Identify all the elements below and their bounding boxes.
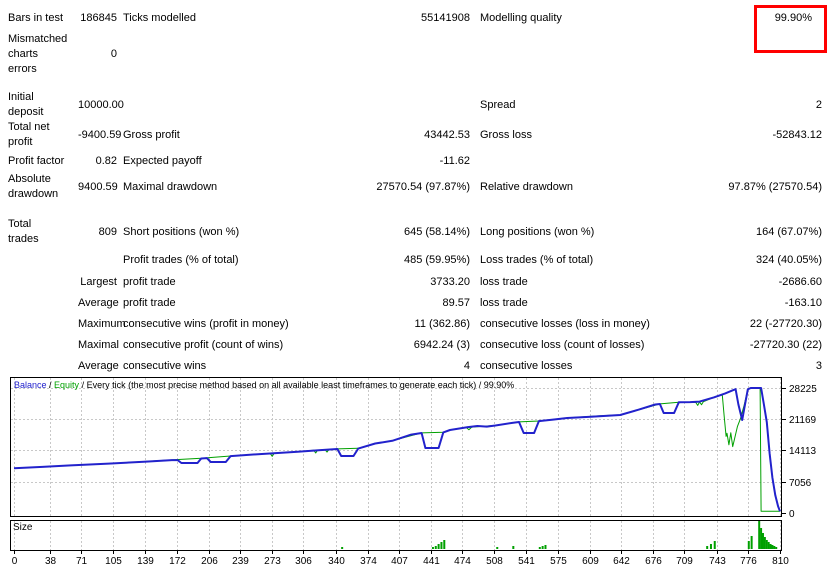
size-bar xyxy=(710,544,712,549)
x-axis-label: 441 xyxy=(423,556,440,567)
y-axis-label: 0 xyxy=(789,509,795,520)
x-axis-label: 508 xyxy=(486,556,503,567)
x-axis-label: 340 xyxy=(328,556,345,567)
chart-legend: Balance / Equity / Every tick (the most … xyxy=(14,380,514,390)
size-bar xyxy=(768,542,770,549)
x-axis-label: 0 xyxy=(12,556,18,567)
size-bar xyxy=(706,546,708,549)
x-axis-label: 541 xyxy=(518,556,535,567)
size-bar xyxy=(544,545,546,549)
size-bar xyxy=(764,537,766,549)
size-bar xyxy=(440,542,442,549)
x-axis-label: 206 xyxy=(201,556,218,567)
main-plot-frame xyxy=(11,378,782,517)
size-bar xyxy=(435,546,437,549)
size-bar xyxy=(496,547,498,549)
size-bar xyxy=(714,541,716,549)
x-axis-label: 810 xyxy=(772,556,789,567)
size-bar xyxy=(512,546,514,549)
size-bar xyxy=(438,544,440,549)
x-axis-label: 709 xyxy=(676,556,693,567)
x-axis-label: 273 xyxy=(264,556,281,567)
x-axis-label: 474 xyxy=(454,556,471,567)
balance-equity-chart: 0 38 71 105 139 172 206 239 273 306 340 374 407 441 47… xyxy=(0,0,830,570)
size-bar xyxy=(762,533,764,549)
size-bar xyxy=(432,547,434,549)
size-bar xyxy=(773,546,775,549)
size-bar xyxy=(766,540,768,549)
y-axis-label: 21169 xyxy=(789,415,817,426)
x-axis-label: 776 xyxy=(740,556,757,567)
size-bar xyxy=(770,544,772,549)
x-axis-label: 642 xyxy=(613,556,630,567)
size-bar xyxy=(775,547,777,549)
size-bar xyxy=(341,547,343,549)
x-axis-label: 407 xyxy=(391,556,408,567)
x-axis-label: 676 xyxy=(645,556,662,567)
x-axis-label: 609 xyxy=(582,556,599,567)
x-axis-label: 38 xyxy=(45,556,57,567)
x-axis-label: 71 xyxy=(76,556,88,567)
size-bar xyxy=(771,545,773,549)
size-panel-label: Size xyxy=(13,522,33,533)
x-axis-label: 139 xyxy=(137,556,154,567)
size-bar xyxy=(760,528,762,549)
x-axis-label: 105 xyxy=(105,556,122,567)
size-bar xyxy=(542,546,544,549)
y-axis-label: 28225 xyxy=(789,384,817,395)
size-bar xyxy=(539,547,541,549)
x-axis-label: 239 xyxy=(232,556,249,567)
size-bar xyxy=(758,521,760,549)
size-bar xyxy=(748,541,750,549)
size-bar xyxy=(443,540,445,549)
size-bar xyxy=(751,536,753,549)
x-axis-label: 374 xyxy=(360,556,377,567)
size-plot-frame xyxy=(11,521,782,551)
y-axis-label: 7056 xyxy=(789,478,812,489)
y-axis-label: 14113 xyxy=(789,446,817,457)
x-axis-label: 575 xyxy=(550,556,567,567)
x-axis-label: 306 xyxy=(295,556,312,567)
x-axis-label: 743 xyxy=(709,556,726,567)
x-axis-label: 172 xyxy=(169,556,186,567)
